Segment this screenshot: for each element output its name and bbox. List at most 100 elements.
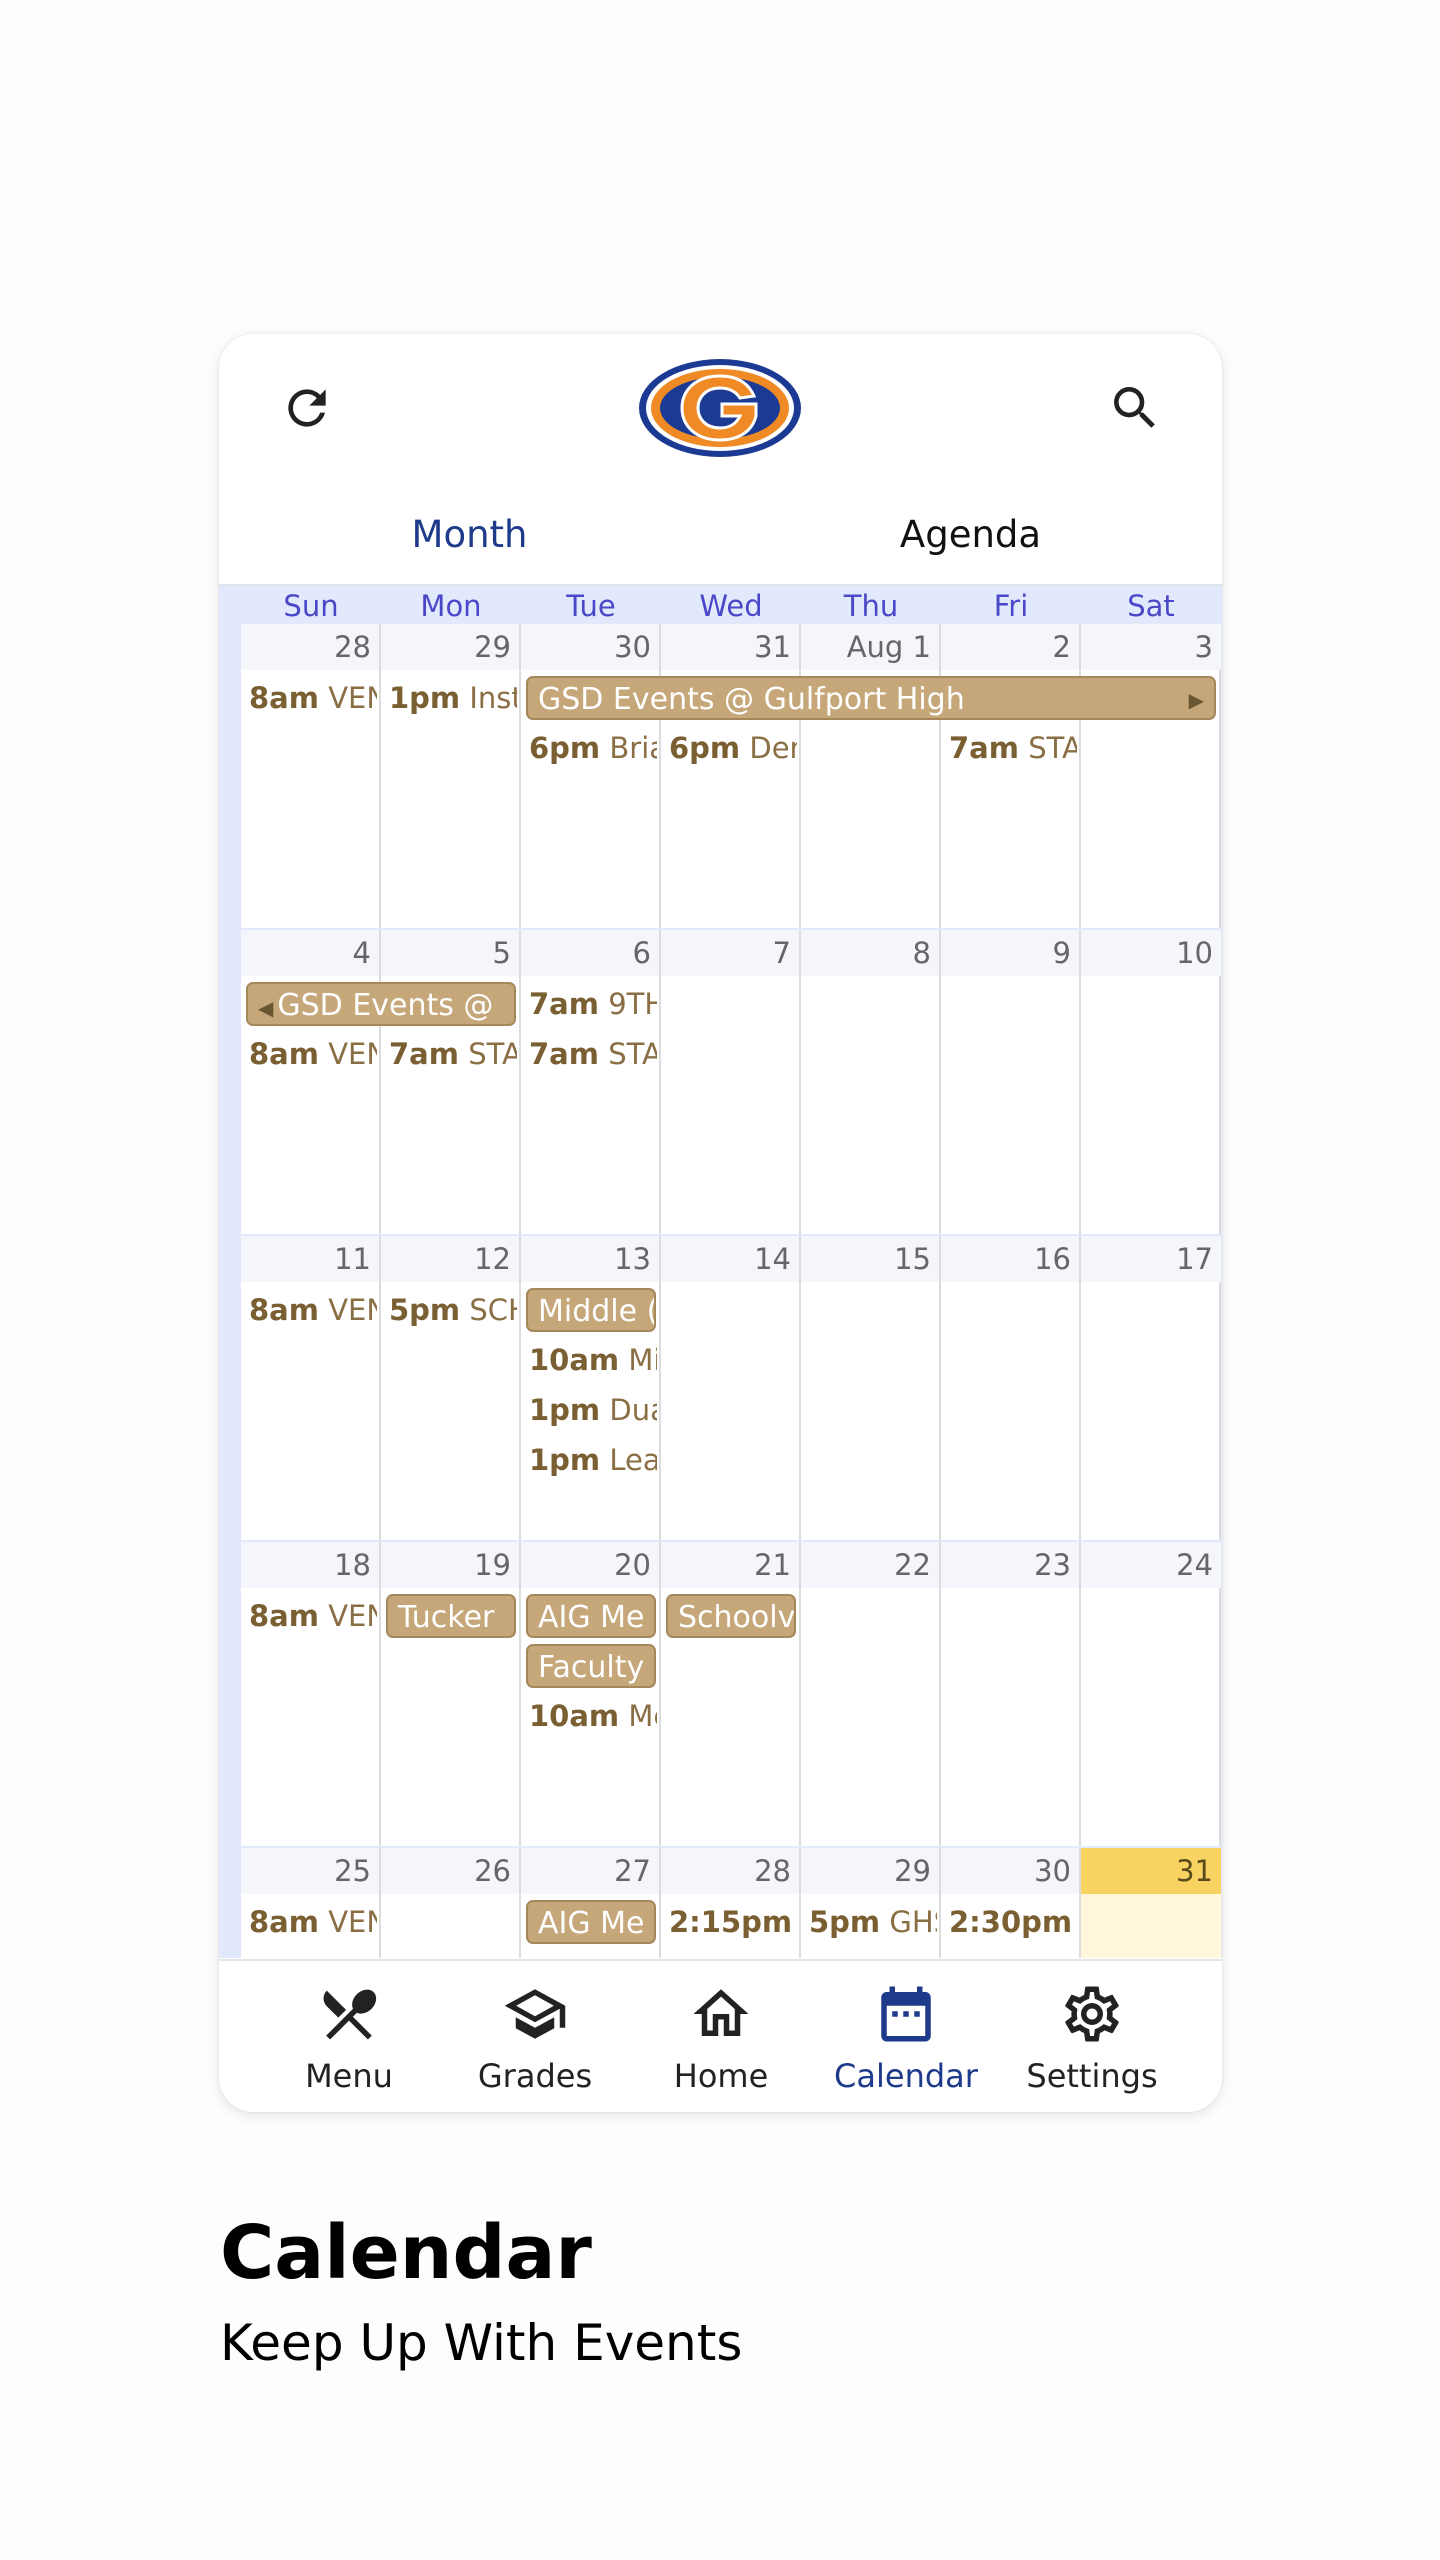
timed-event[interactable]: 7am STA <box>529 1036 657 1072</box>
timed-event[interactable]: 6pm Den <box>669 730 797 766</box>
nav-home[interactable]: Home <box>626 1961 816 2112</box>
day-number[interactable]: 22 <box>801 1542 939 1588</box>
day-number[interactable]: 26 <box>381 1848 519 1894</box>
caption-title: Calendar <box>220 2210 592 2296</box>
all-day-event[interactable]: ◀ GSD Events @ <box>246 982 516 1026</box>
day-number[interactable]: 30 <box>941 1848 1079 1894</box>
timed-event[interactable]: 8am VEN <box>249 1292 377 1328</box>
tab-agenda[interactable]: Agenda <box>720 484 1221 584</box>
nav-calendar[interactable]: Calendar <box>811 1961 1001 2112</box>
timed-event[interactable]: 5pm SCH <box>389 1292 517 1328</box>
event-title: VEN <box>328 681 377 715</box>
day-number[interactable]: 2 <box>941 624 1079 670</box>
refresh-button[interactable] <box>271 372 343 444</box>
day-number[interactable]: 30 <box>521 624 659 670</box>
day-number[interactable]: 13 <box>521 1236 659 1282</box>
event-time: 1pm <box>529 1393 601 1427</box>
continues-left-icon: ◀ <box>258 996 274 1020</box>
timed-event[interactable]: 2:30pm D <box>949 1904 1077 1940</box>
dow-tue: Tue <box>566 589 616 623</box>
event-time: 7am <box>529 1037 599 1071</box>
day-number[interactable]: 7 <box>661 930 799 976</box>
day-number[interactable]: 29 <box>381 624 519 670</box>
timed-event[interactable]: 8am VEN <box>249 1036 377 1072</box>
nav-home-label: Home <box>673 2057 769 2095</box>
day-number[interactable]: 11 <box>241 1236 379 1282</box>
day-number[interactable]: 15 <box>801 1236 939 1282</box>
all-day-event-label: Faculty <box>538 1650 645 1685</box>
day-number[interactable]: 31 <box>1081 1848 1221 1894</box>
timed-event[interactable]: 10am Mic <box>529 1342 657 1378</box>
day-number[interactable]: 18 <box>241 1542 379 1588</box>
nav-grades[interactable]: Grades <box>440 1961 630 2112</box>
search-button[interactable] <box>1099 372 1171 444</box>
timed-event[interactable]: 1pm Dua <box>529 1392 657 1428</box>
event-time: 8am <box>249 681 319 715</box>
timed-event[interactable]: 8am VEN <box>249 1904 377 1940</box>
event-title: Bria <box>609 731 657 765</box>
day-number[interactable]: 9 <box>941 930 1079 976</box>
day-number[interactable]: 8 <box>801 930 939 976</box>
day-number[interactable]: 29 <box>801 1848 939 1894</box>
dow-sun: Sun <box>283 589 339 623</box>
month-calendar: Sun Mon Tue Wed Thu Fri Sat 28 29 30 31 Aug 1 2 3 GSD… <box>219 586 1222 1958</box>
day-number[interactable]: 5 <box>381 930 519 976</box>
timed-event[interactable]: 1pm Inst <box>389 680 517 716</box>
day-number[interactable]: 14 <box>661 1236 799 1282</box>
timed-event[interactable]: 7am 9TH <box>529 986 657 1022</box>
day-number[interactable]: 24 <box>1081 1542 1221 1588</box>
dow-mon: Mon <box>420 589 482 623</box>
all-day-event[interactable]: AIG Me <box>526 1594 656 1638</box>
nav-menu[interactable]: Menu <box>254 1961 444 2112</box>
timed-event[interactable]: 5pm GHS <box>809 1904 937 1940</box>
day-number[interactable]: 12 <box>381 1236 519 1282</box>
all-day-event-label: Tucker <box>398 1600 495 1635</box>
event-title: Den <box>749 731 797 765</box>
timed-event[interactable]: 7am STAI <box>949 730 1077 766</box>
day-number[interactable]: Aug 1 <box>801 624 939 670</box>
day-number[interactable]: 28 <box>241 624 379 670</box>
all-day-event[interactable]: Faculty <box>526 1644 656 1688</box>
event-title: VEN <box>328 1037 377 1071</box>
timed-event[interactable]: 2:15pm G <box>669 1904 797 1940</box>
day-number[interactable]: 31 <box>661 624 799 670</box>
refresh-icon <box>288 389 326 427</box>
nav-settings-label: Settings <box>1026 2057 1158 2095</box>
day-number[interactable]: 20 <box>521 1542 659 1588</box>
day-number[interactable]: 17 <box>1081 1236 1221 1282</box>
app-window: Month Agenda Sun Mon Tue Wed Thu Fri Sat 28 29 3… <box>219 334 1222 2112</box>
timed-event[interactable]: 8am VEN <box>249 1598 377 1634</box>
day-number[interactable]: 21 <box>661 1542 799 1588</box>
timed-event[interactable]: 1pm Lea <box>529 1442 657 1478</box>
week-row: 45678910 ◀GSD Events @ 7am 9TH 8am VEN 7am S… <box>241 930 1221 1234</box>
day-number[interactable]: 3 <box>1081 624 1221 670</box>
calendar-icon <box>881 1986 931 2042</box>
day-number[interactable]: 16 <box>941 1236 1079 1282</box>
view-tabs: Month Agenda <box>219 484 1222 586</box>
day-number[interactable]: 10 <box>1081 930 1221 976</box>
all-day-event[interactable]: Tucker <box>386 1594 516 1638</box>
tab-month[interactable]: Month <box>219 484 720 584</box>
day-number[interactable]: 28 <box>661 1848 799 1894</box>
day-number[interactable]: 6 <box>521 930 659 976</box>
day-number[interactable]: 4 <box>241 930 379 976</box>
day-number[interactable]: 23 <box>941 1542 1079 1588</box>
timed-event[interactable]: 6pm Bria <box>529 730 657 766</box>
fork-knife-icon <box>323 1989 377 2040</box>
day-number[interactable]: 19 <box>381 1542 519 1588</box>
all-day-event[interactable]: Schoolv <box>666 1594 796 1638</box>
all-day-event[interactable]: AIG Me <box>526 1900 656 1944</box>
timed-event[interactable]: 7am STA <box>389 1036 517 1072</box>
graduation-cap-icon <box>504 1989 566 2039</box>
all-day-event[interactable]: Middle ( <box>526 1288 656 1332</box>
event-title: VEN <box>328 1905 377 1939</box>
dow-sat: Sat <box>1127 589 1175 623</box>
day-number[interactable]: 27 <box>521 1848 659 1894</box>
timed-event[interactable]: 10am Me <box>529 1698 657 1734</box>
all-day-event[interactable]: GSD Events @ Gulfport High ▶ <box>526 676 1216 720</box>
nav-settings[interactable]: Settings <box>997 1961 1187 2112</box>
day-number[interactable]: 25 <box>241 1848 379 1894</box>
nav-menu-label: Menu <box>305 2057 393 2095</box>
timed-event[interactable]: 8am VEN <box>249 680 377 716</box>
home-icon <box>693 1989 749 2036</box>
